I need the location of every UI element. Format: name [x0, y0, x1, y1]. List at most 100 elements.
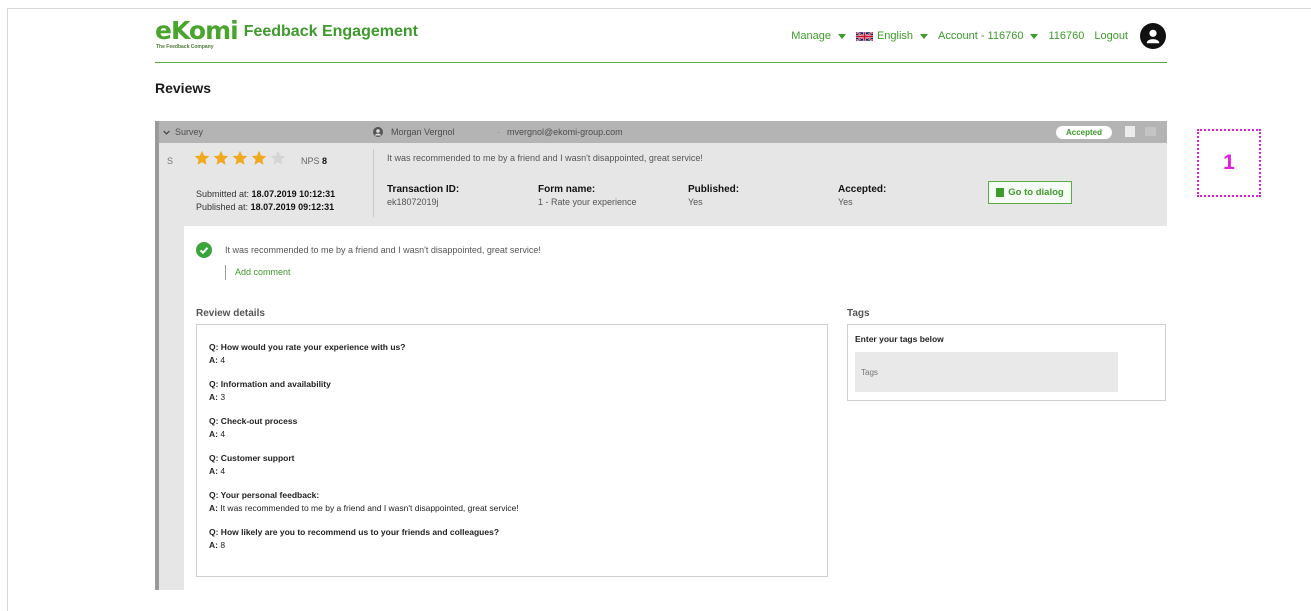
logo-mark: eKomi [155, 16, 239, 45]
language-menu-label: English [876, 30, 914, 42]
accepted-value: Yes [838, 197, 853, 207]
column-divider [373, 149, 374, 217]
answer-prefix: A: [209, 503, 218, 513]
published-status: Published: Yes [688, 183, 739, 209]
customer-email-text: mvergnol@ekomi-group.com [507, 127, 623, 137]
separator-dot: · [497, 127, 500, 137]
form-name: Form name: 1 - Rate your experience [538, 183, 637, 209]
chevron-down-icon [163, 130, 170, 135]
answer-prefix: A: [209, 540, 218, 550]
language-menu[interactable]: English [855, 30, 929, 42]
qa-item: Q: How likely are you to recommend us to… [209, 526, 827, 552]
answer-text: A: 4 [209, 429, 226, 439]
answer-prefix: A: [209, 466, 218, 476]
qa-item: Q: How would you rate your experience wi… [209, 341, 827, 367]
submitted-at-value: 18.07.2019 10:12:31 [251, 189, 336, 199]
answer-text: A: 3 [209, 392, 226, 402]
message-icon[interactable] [1145, 127, 1156, 136]
ekomi-logo[interactable]: eKomi The Feedback Company Feedback Enga… [155, 16, 418, 50]
add-comment-link[interactable]: Add comment [225, 265, 291, 280]
qa-item: Q: Check-out process A: 4 [209, 415, 827, 441]
nps-label: NPS [301, 156, 320, 166]
manage-menu-label: Manage [791, 30, 831, 42]
customer-name: Morgan Vergnol [373, 127, 455, 137]
qa-item: Q: Customer support A: 4 [209, 452, 827, 478]
review-summary: S NPS 8 It was recommended to me by a fr… [159, 143, 1167, 226]
answer-prefix: A: [209, 392, 218, 402]
top-navigation: Manage English Account - 116760 116760 L… [791, 22, 1166, 50]
account-id: 116760 [1048, 30, 1085, 42]
question-text: Q: Customer support [209, 453, 295, 463]
star-filled-icon [194, 150, 210, 165]
question-text: Q: How would you rate your experience wi… [209, 342, 406, 352]
review-comment: It was recommended to me by a friend and… [225, 245, 541, 255]
check-icon [196, 242, 212, 258]
manage-menu[interactable]: Manage [791, 30, 846, 42]
customer-name-text: Morgan Vergnol [391, 127, 455, 137]
review-body: It was recommended to me by a friend and… [184, 226, 1167, 590]
answer-text: A: 4 [209, 466, 226, 476]
survey-label: Survey [175, 127, 204, 137]
star-rating [194, 150, 286, 166]
star-filled-icon [213, 150, 229, 165]
accepted-status: Accepted: Yes [838, 183, 886, 209]
question-text: Q: Check-out process [209, 416, 298, 426]
go-to-dialog-label: Go to dialog [1008, 187, 1064, 198]
tags-title: Tags [847, 308, 870, 319]
customer-email: · mvergnol@ekomi-group.com [497, 127, 623, 137]
chevron-down-icon [920, 33, 929, 39]
published-label: Published: [688, 184, 740, 195]
question-text: Q: Your personal feedback: [209, 490, 320, 500]
star-empty-icon [270, 150, 286, 165]
form-name-value: 1 - Rate your experience [538, 197, 637, 207]
tags-panel: Enter your tags below [847, 324, 1166, 401]
accepted-label: Accepted: [838, 184, 887, 195]
go-to-dialog-button[interactable]: Go to dialog [988, 181, 1072, 204]
row-letter: S [167, 156, 174, 166]
chevron-down-icon [837, 33, 846, 39]
checkmark-glyph [199, 247, 209, 255]
transaction-id-label: Transaction ID: [387, 184, 460, 195]
qa-item: Q: Information and availability A: 3 [209, 378, 827, 404]
star-filled-icon [251, 150, 267, 165]
annotation-marker: 1 [1197, 129, 1261, 197]
answer-text: A: 4 [209, 355, 226, 365]
question-text: Q: How likely are you to recommend us to… [209, 527, 500, 537]
survey-toggle[interactable]: Survey [163, 127, 203, 137]
logout-link[interactable]: Logout [1094, 30, 1128, 42]
transaction-id: Transaction ID: ek18072019j [387, 183, 459, 209]
user-icon [373, 127, 383, 137]
answer-text: A: It was recommended to me by a friend … [209, 503, 519, 513]
profile-icon[interactable] [1125, 126, 1135, 137]
nps-score: NPS 8 [301, 156, 327, 166]
submitted-at: Submitted at: 18.07.2019 10:12:31 [196, 188, 335, 200]
status-badge: Accepted [1056, 126, 1113, 139]
answer-text: A: 8 [209, 540, 226, 550]
review-details-panel: Q: How would you rate your experience wi… [196, 324, 828, 577]
page-title: Reviews [155, 80, 212, 96]
transaction-id-value: ek18072019j [387, 197, 439, 207]
answer-prefix: A: [209, 355, 218, 365]
header-divider [155, 62, 1167, 63]
star-filled-icon [232, 150, 248, 165]
account-menu[interactable]: Account - 116760 [938, 30, 1039, 42]
nps-value: 8 [322, 156, 328, 166]
person-icon [1146, 29, 1160, 44]
account-menu-label: Account - 116760 [938, 30, 1024, 42]
qa-item: Q: Your personal feedback: A: It was reco… [209, 489, 827, 515]
document-icon [996, 188, 1005, 197]
review-header-bar[interactable]: Survey Morgan Vergnol · mvergnol@ekomi-gr… [155, 121, 1167, 143]
uk-flag-icon [855, 30, 873, 42]
published-at: Published at: 18.07.2019 09:12:31 [196, 201, 334, 213]
published-at-label: Published at: [196, 202, 249, 212]
published-value: Yes [688, 197, 703, 207]
form-name-label: Form name: [538, 184, 596, 195]
user-avatar-icon[interactable] [1140, 23, 1166, 49]
tags-label: Enter your tags below [855, 334, 944, 344]
tags-input[interactable] [855, 352, 1118, 392]
logo-tagline: The Feedback Company [156, 44, 214, 50]
app-title: Feedback Engagement [243, 23, 418, 40]
review-details-title: Review details [196, 308, 265, 319]
submitted-at-label: Submitted at: [196, 189, 250, 199]
chevron-down-icon [1030, 33, 1039, 39]
